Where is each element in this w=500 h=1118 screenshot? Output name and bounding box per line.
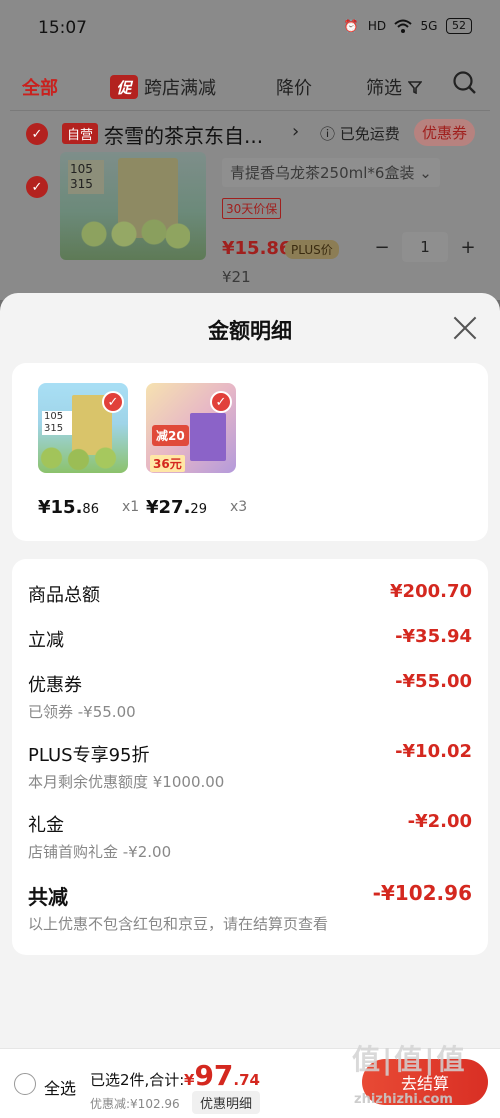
funnel-icon — [408, 81, 422, 94]
product-qty: x1 — [122, 499, 140, 515]
sheet-title: 金额明细 — [208, 319, 292, 343]
watermark-url: zhizhizhi.com — [354, 1092, 453, 1107]
checkmark-icon: ✓ — [102, 391, 124, 413]
total-price: ¥97.74 — [184, 1059, 260, 1092]
item-image-label: 105 315 — [68, 160, 104, 194]
amount-detail-card: 商品总额 ¥200.70 立减 -¥35.94 优惠券 -¥55.00 已领券 … — [12, 559, 488, 955]
item-image[interactable]: 105 315 — [60, 152, 206, 260]
item-spec-selector[interactable]: 青提香乌龙茶250ml*6盒装 ⌄ — [222, 158, 440, 187]
status-time: 15:07 — [38, 18, 87, 38]
increase-button[interactable]: + — [458, 237, 478, 258]
product-price: ¥27.29 — [146, 497, 207, 518]
plus-price-tag: PLUS价 — [285, 240, 339, 259]
quantity-value[interactable]: 1 — [402, 232, 448, 262]
selected-count: 已选2件,合计: — [90, 1071, 185, 1089]
item-price: ¥15.86 — [222, 238, 292, 259]
free-shipping-label: ⓘ 已免运费 — [320, 125, 400, 143]
filter-button[interactable]: 筛选 — [366, 74, 422, 100]
quantity-stepper: − 1 + — [372, 232, 478, 262]
filter-promo-tab[interactable]: 促 跨店满减 — [110, 74, 216, 100]
product-thumbnail: 105 315 ✓ — [38, 383, 128, 473]
discount-detail-button[interactable]: 优惠明细 — [192, 1091, 261, 1114]
decrease-button[interactable]: − — [372, 237, 392, 258]
item-checkbox[interactable]: ✓ — [26, 176, 48, 198]
item-original-price: ¥21 — [222, 268, 251, 286]
amount-detail-sheet: 金额明细 105 315 ✓ ¥15.86 x1 减20 36元 ✓ ¥27.29… — [0, 293, 500, 1118]
checkmark-icon: ✓ — [210, 391, 232, 413]
product-thumbnail: 减20 36元 ✓ — [146, 383, 236, 473]
close-icon[interactable] — [452, 315, 478, 341]
shop-name[interactable]: 奈雪的茶京东自... — [104, 120, 263, 149]
product-qty: x3 — [230, 499, 248, 515]
alarm-icon: ⏰ — [343, 19, 359, 33]
watermark: 值|值|值 — [352, 1043, 467, 1076]
signal-icon: 5G — [420, 19, 438, 33]
wifi-icon — [394, 18, 412, 34]
search-icon[interactable] — [452, 70, 478, 101]
discount-summary: 优惠减:¥102.96 — [90, 1097, 180, 1111]
filter-promo-label: 跨店满减 — [144, 78, 216, 99]
filter-price-drop-tab[interactable]: 降价 — [276, 74, 312, 100]
self-operated-tag: 自营 — [62, 123, 99, 144]
shop-checkbox[interactable]: ✓ — [26, 123, 48, 145]
product-item[interactable]: 减20 36元 ✓ ¥27.29 x3 — [146, 383, 247, 518]
coupon-button[interactable]: 优惠券 — [414, 119, 476, 146]
select-all-checkbox[interactable] — [14, 1073, 36, 1095]
shop-row: ✓ 自营 奈雪的茶京东自... › ⓘ 已免运费 优惠券 — [10, 110, 490, 150]
price-guarantee-tag: 30天价保 — [222, 198, 282, 219]
free-shipping-text: 已免运费 — [339, 125, 400, 143]
chevron-right-icon[interactable]: › — [292, 121, 299, 142]
status-bar: 15:07 ⏰ HD 5G 52 — [0, 0, 500, 60]
select-all-label[interactable]: 全选 — [44, 1075, 76, 1099]
filter-label: 筛选 — [366, 78, 402, 99]
status-icons: ⏰ HD 5G 52 — [342, 18, 472, 34]
promo-icon: 促 — [110, 75, 138, 99]
hd-icon: HD — [367, 19, 387, 33]
product-summary-card: 105 315 ✓ ¥15.86 x1 减20 36元 ✓ ¥27.29 x3 — [12, 363, 488, 541]
product-item[interactable]: 105 315 ✓ ¥15.86 x1 — [38, 383, 139, 518]
item-image-grapes — [70, 214, 190, 254]
battery-icon: 52 — [446, 18, 472, 34]
product-price: ¥15.86 — [38, 497, 99, 518]
filter-bar: 全部 促 跨店满减 降价 筛选 — [0, 62, 500, 108]
filter-all-tab[interactable]: 全部 — [22, 74, 58, 100]
